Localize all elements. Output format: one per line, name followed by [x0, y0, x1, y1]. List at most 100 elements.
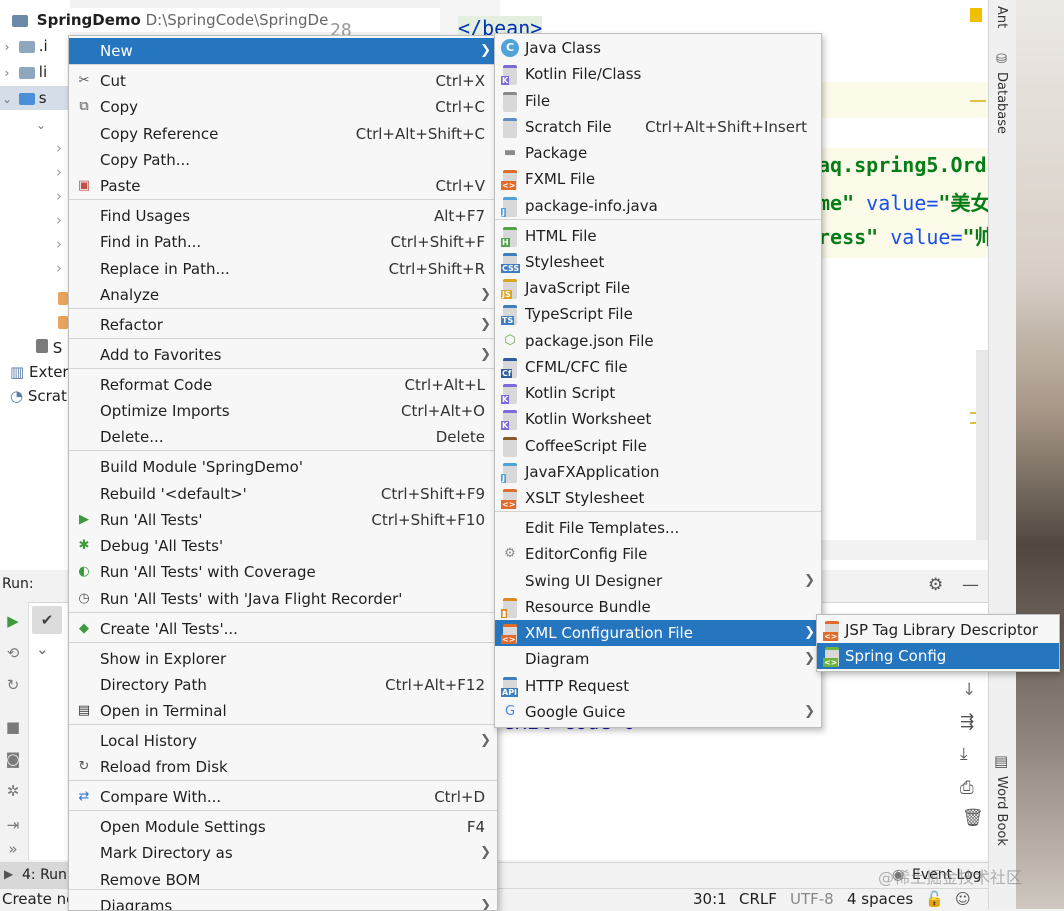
menu-item-analyze[interactable]: Analyze ❯ [69, 282, 497, 308]
menu-item-fxml-file[interactable]: <> FXML File [495, 166, 821, 192]
menu-item-replace-in-path[interactable]: Replace in Path... Ctrl+Shift+R [69, 256, 497, 282]
menu-item-run-all-tests-with-java-flight-recorder[interactable]: ◷ Run 'All Tests' with 'Java Flight Recor… [69, 586, 497, 612]
menu-item-reload-from-disk[interactable]: ↻ Reload from Disk [69, 754, 497, 780]
tree-chevron[interactable]: › [56, 232, 62, 256]
show-passed-button[interactable]: ✔ [32, 606, 62, 634]
editor-scrollbar[interactable] [976, 350, 988, 540]
menu-item-mark-directory-as[interactable]: Mark Directory as ❯ [69, 840, 497, 866]
menu-item-add-to-favorites[interactable]: Add to Favorites ❯ [69, 342, 497, 368]
menu-item-cut[interactable]: ✂ Cut Ctrl+X [69, 68, 497, 94]
menu-item-new[interactable]: New ❯ [69, 38, 497, 64]
line-separator[interactable]: CRLF [739, 890, 777, 908]
tree-chevron[interactable]: › [56, 256, 62, 280]
inspector-icon[interactable]: ☺ [955, 890, 971, 908]
menu-item-paste[interactable]: ▣ Paste Ctrl+V [69, 173, 497, 199]
menu-item-http-request[interactable]: API HTTP Request [495, 673, 821, 699]
menu-item-jsp-tag-library-descriptor[interactable]: <> JSP Tag Library Descriptor [817, 617, 1059, 643]
soft-wrap-icon[interactable]: ⇶ [960, 712, 974, 732]
menu-item-java-class[interactable]: C Java Class [495, 35, 821, 61]
menu-item-copy-path[interactable]: Copy Path... [69, 147, 497, 173]
minimize-icon[interactable]: — [962, 575, 979, 595]
run-tab[interactable]: ▶ 4: Run [0, 863, 68, 889]
menu-item-copy[interactable]: ⧉ Copy Ctrl+C [69, 94, 497, 120]
menu-item-spring-config[interactable]: <> Spring Config [817, 643, 1059, 669]
tree-item[interactable]: › li [0, 60, 48, 84]
menu-item-editorconfig-file[interactable]: ⚙ EditorConfig File [495, 541, 821, 567]
menu-item-find-in-path[interactable]: Find in Path... Ctrl+Shift+F [69, 229, 497, 255]
menu-item-find-usages[interactable]: Find Usages Alt+F7 [69, 203, 497, 229]
stop-icon[interactable]: ■ [2, 716, 24, 738]
more-icon[interactable]: » [2, 838, 24, 860]
rerun-failed-icon[interactable]: ⟲ [2, 642, 24, 664]
menu-item-kotlin-script[interactable]: K Kotlin Script [495, 380, 821, 406]
menu-item-stylesheet[interactable]: CSS Stylesheet [495, 249, 821, 275]
scratches[interactable]: ◔ Scrat [10, 384, 67, 408]
toggle-auto-test-icon[interactable]: ↻ [2, 674, 24, 696]
menu-item-xml-configuration-file[interactable]: <> XML Configuration File ❯ [495, 620, 821, 646]
menu-item-show-in-explorer[interactable]: Show in Explorer [69, 646, 497, 672]
warning-marker[interactable] [970, 8, 982, 22]
menu-item-cfml-cfc-file[interactable]: Cf CFML/CFC file [495, 354, 821, 380]
camera-icon[interactable]: ◙ [2, 748, 24, 770]
import-icon[interactable]: ⇥ [2, 814, 24, 836]
tree-chevron[interactable]: › [56, 136, 62, 160]
indent-setting[interactable]: 4 spaces [847, 890, 913, 908]
menu-item-package-json-file[interactable]: ⬡ package.json File [495, 328, 821, 354]
menu-item-html-file[interactable]: H HTML File [495, 223, 821, 249]
menu-item-resource-bundle[interactable]: ▮ Resource Bundle [495, 594, 821, 620]
word-book-tab[interactable]: Word Book [994, 776, 1009, 846]
menu-item-rebuild-default[interactable]: Rebuild '<default>' Ctrl+Shift+F9 [69, 481, 497, 507]
menu-item-kotlin-file-class[interactable]: K Kotlin File/Class [495, 61, 821, 87]
menu-item-coffeescript-file[interactable]: CoffeeScript File [495, 433, 821, 459]
scroll-down-icon[interactable]: ↓ [962, 680, 976, 700]
menu-item-build-module-springdemo[interactable]: Build Module 'SpringDemo' [69, 454, 497, 480]
menu-item-debug-all-tests[interactable]: ✱ Debug 'All Tests' [69, 533, 497, 559]
menu-item-diagrams[interactable]: Diagrams ❯ [69, 893, 497, 910]
rerun-icon[interactable]: ▶ [2, 610, 24, 632]
menu-item-diagram[interactable]: Diagram ❯ [495, 646, 821, 672]
menu-item-package-info-java[interactable]: Jpackage-info.java [495, 193, 821, 219]
menu-item-directory-path[interactable]: Directory Path Ctrl+Alt+F12 [69, 672, 497, 698]
menu-item-scratch-file[interactable]: Scratch File Ctrl+Alt+Shift+Insert [495, 114, 821, 140]
menu-item-javascript-file[interactable]: JS JavaScript File [495, 275, 821, 301]
ant-tab[interactable]: Ant [994, 6, 1009, 28]
menu-item-copy-reference[interactable]: Copy Reference Ctrl+Alt+Shift+C [69, 121, 497, 147]
menu-item-run-all-tests-with-coverage[interactable]: ◐ Run 'All Tests' with Coverage [69, 559, 497, 585]
menu-item-edit-file-templates[interactable]: Edit File Templates... [495, 515, 821, 541]
tree-item-selected[interactable]: ⌄ s [0, 86, 70, 110]
print-icon[interactable]: ⎙ [960, 778, 974, 798]
tree-item[interactable]: › .i [0, 34, 48, 58]
gear-icon[interactable]: ⚙ [928, 575, 943, 595]
menu-item-refactor[interactable]: Refactor ❯ [69, 312, 497, 338]
tree-chevron[interactable]: › [56, 160, 62, 184]
settings-icon[interactable]: ✲ [2, 780, 24, 802]
menu-item-open-in-terminal[interactable]: ▤ Open in Terminal [69, 698, 497, 724]
menu-item-javafxapplication[interactable]: J JavaFXApplication [495, 459, 821, 485]
menu-item-xslt-stylesheet[interactable]: <> XSLT Stylesheet [495, 485, 821, 511]
menu-item-run-all-tests[interactable]: ▶ Run 'All Tests' Ctrl+Shift+F10 [69, 507, 497, 533]
menu-item-file[interactable]: File [495, 88, 821, 114]
menu-item-create-all-tests[interactable]: ◆ Create 'All Tests'... [69, 616, 497, 642]
menu-item-local-history[interactable]: Local History ❯ [69, 728, 497, 754]
menu-item-swing-ui-designer[interactable]: Swing UI Designer ❯ [495, 568, 821, 594]
external-libraries[interactable]: ▥ Exter [10, 360, 69, 384]
tree-chevron[interactable]: › [56, 208, 62, 232]
menu-item-reformat-code[interactable]: Reformat Code Ctrl+Alt+L [69, 372, 497, 398]
menu-item-kotlin-worksheet[interactable]: K Kotlin Worksheet [495, 406, 821, 432]
expand-icon[interactable]: ⌄ [36, 640, 49, 658]
lock-icon[interactable]: 🔓 [925, 890, 944, 908]
menu-item-compare-with[interactable]: ⇄ Compare With... Ctrl+D [69, 784, 497, 810]
caret-position[interactable]: 30:1 [693, 890, 727, 908]
trash-icon[interactable]: 🗑 [962, 808, 984, 828]
menu-item-open-module-settings[interactable]: Open Module Settings F4 [69, 814, 497, 840]
tree-item[interactable]: S [36, 336, 62, 360]
tree-chevron[interactable]: › [56, 184, 62, 208]
file-encoding[interactable]: UTF-8 [790, 890, 834, 908]
menu-item-optimize-imports[interactable]: Optimize Imports Ctrl+Alt+O [69, 398, 497, 424]
menu-item-package[interactable]: ▬ Package [495, 140, 821, 166]
menu-item-typescript-file[interactable]: TS TypeScript File [495, 301, 821, 327]
menu-item-delete[interactable]: Delete... Delete [69, 424, 497, 450]
menu-item-google-guice[interactable]: G Google Guice ❯ [495, 699, 821, 725]
scroll-to-end-icon[interactable]: ⤓ [960, 744, 968, 764]
database-tab[interactable]: Database [994, 72, 1009, 134]
